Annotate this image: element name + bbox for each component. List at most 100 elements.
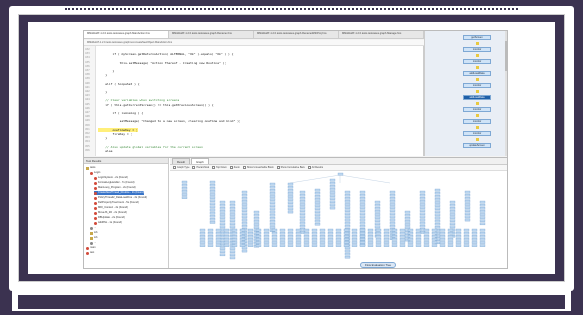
graph-node[interactable] bbox=[299, 190, 306, 194]
graph-node[interactable] bbox=[447, 228, 454, 232]
graph-node[interactable] bbox=[229, 225, 236, 229]
graph-node[interactable] bbox=[219, 210, 226, 213]
graph-node[interactable] bbox=[404, 213, 411, 217]
graph-node[interactable] bbox=[434, 198, 441, 201]
graph-node[interactable] bbox=[255, 228, 262, 232]
graph-node[interactable] bbox=[463, 231, 470, 235]
graph-node[interactable] bbox=[279, 238, 286, 241]
graph-node[interactable] bbox=[344, 203, 351, 206]
graph-node[interactable] bbox=[431, 241, 438, 244]
graph-node[interactable] bbox=[299, 197, 306, 200]
graph-node[interactable] bbox=[303, 241, 310, 244]
graph-node[interactable] bbox=[287, 201, 294, 204]
graph-node[interactable] bbox=[207, 241, 214, 244]
graph-node[interactable] bbox=[303, 231, 310, 235]
graph-node[interactable] bbox=[207, 238, 214, 241]
graph-node[interactable] bbox=[449, 216, 456, 219]
graph-node[interactable] bbox=[295, 231, 302, 235]
graph-node[interactable] bbox=[253, 210, 260, 214]
graph-node[interactable] bbox=[329, 185, 336, 188]
graph-node[interactable] bbox=[449, 213, 456, 216]
graph-node[interactable] bbox=[464, 215, 471, 219]
graph-node[interactable] bbox=[319, 244, 326, 247]
graph-node[interactable] bbox=[455, 244, 462, 247]
graph-node[interactable] bbox=[359, 218, 366, 222]
graph-node[interactable] bbox=[241, 190, 248, 194]
graph-node[interactable] bbox=[479, 216, 486, 219]
tree-item[interactable]: MoveJS_2D - 2s (Found) bbox=[94, 211, 127, 215]
graph-node[interactable] bbox=[434, 191, 441, 195]
flow-node[interactable]: monitor bbox=[463, 107, 491, 112]
graph-node[interactable] bbox=[419, 190, 426, 194]
graph-node[interactable] bbox=[269, 189, 276, 192]
graph-node[interactable] bbox=[319, 238, 326, 241]
graph-node[interactable] bbox=[439, 241, 446, 244]
graph-node[interactable] bbox=[359, 235, 366, 238]
graph-node[interactable] bbox=[223, 244, 230, 247]
graph-node[interactable] bbox=[359, 203, 366, 206]
graph-node[interactable] bbox=[463, 228, 470, 232]
graph-node[interactable] bbox=[239, 235, 246, 238]
graph-toolbar-item[interactable]: Top Down bbox=[212, 166, 227, 169]
graph-node[interactable] bbox=[389, 212, 396, 216]
graph-node[interactable] bbox=[431, 231, 438, 235]
graph-node[interactable] bbox=[269, 223, 276, 226]
graph-node[interactable] bbox=[219, 200, 226, 204]
graph-node[interactable] bbox=[255, 238, 262, 241]
graph-node[interactable] bbox=[319, 241, 326, 244]
graph-node[interactable] bbox=[241, 218, 248, 222]
graph-node[interactable] bbox=[344, 252, 351, 256]
graph-node[interactable] bbox=[329, 203, 336, 207]
graph-node[interactable] bbox=[449, 225, 456, 229]
graph-node[interactable] bbox=[219, 203, 226, 207]
graph-node[interactable] bbox=[464, 206, 471, 209]
graph-node[interactable] bbox=[295, 241, 302, 244]
graph-node[interactable] bbox=[314, 195, 321, 198]
graph-node[interactable] bbox=[343, 231, 350, 235]
graph-node[interactable] bbox=[247, 228, 254, 232]
graph-node[interactable] bbox=[311, 244, 318, 247]
graph-node[interactable] bbox=[269, 216, 276, 220]
graph-node[interactable] bbox=[479, 235, 486, 238]
graph-node[interactable] bbox=[479, 228, 486, 232]
graph-node[interactable] bbox=[367, 238, 374, 241]
graph-node[interactable] bbox=[314, 201, 321, 204]
flow-scroll-thumb[interactable] bbox=[505, 41, 507, 71]
graph-node[interactable] bbox=[449, 207, 456, 210]
graph-node[interactable] bbox=[423, 228, 430, 232]
graph-node[interactable] bbox=[279, 228, 286, 232]
graph-node[interactable] bbox=[241, 200, 248, 203]
graph-node[interactable] bbox=[209, 196, 216, 199]
graph-node[interactable] bbox=[389, 203, 396, 206]
graph-node[interactable] bbox=[447, 241, 454, 244]
graph-node[interactable] bbox=[419, 224, 426, 228]
graph-node[interactable] bbox=[314, 198, 321, 201]
graph-node[interactable] bbox=[255, 235, 262, 238]
graph-node[interactable] bbox=[479, 207, 486, 210]
graph-node[interactable] bbox=[269, 195, 276, 198]
graph-node[interactable] bbox=[241, 212, 248, 216]
graph-node[interactable] bbox=[253, 220, 260, 223]
graph-node[interactable] bbox=[351, 231, 358, 235]
graph-node[interactable] bbox=[209, 221, 216, 224]
graph-node[interactable] bbox=[311, 228, 318, 232]
graph-node[interactable] bbox=[419, 221, 426, 225]
graph-node[interactable] bbox=[287, 235, 294, 238]
graph-node[interactable] bbox=[303, 235, 310, 238]
graph-node[interactable] bbox=[383, 231, 390, 235]
graph-node[interactable] bbox=[383, 241, 390, 244]
graph-node[interactable] bbox=[479, 210, 486, 213]
graph-node[interactable] bbox=[439, 238, 446, 241]
graph-node[interactable] bbox=[434, 213, 441, 217]
graph-node[interactable] bbox=[359, 224, 366, 228]
graph-node[interactable] bbox=[209, 211, 216, 215]
graph-node[interactable] bbox=[407, 235, 414, 238]
graph-node[interactable] bbox=[439, 244, 446, 247]
graph-node[interactable] bbox=[407, 231, 414, 235]
graph-node[interactable] bbox=[181, 193, 188, 196]
graph-node[interactable] bbox=[434, 219, 441, 223]
graph-node[interactable] bbox=[343, 241, 350, 244]
graph-node[interactable] bbox=[383, 244, 390, 247]
graph-node[interactable] bbox=[367, 241, 374, 244]
flow-node[interactable]: updateScreen bbox=[463, 143, 491, 148]
